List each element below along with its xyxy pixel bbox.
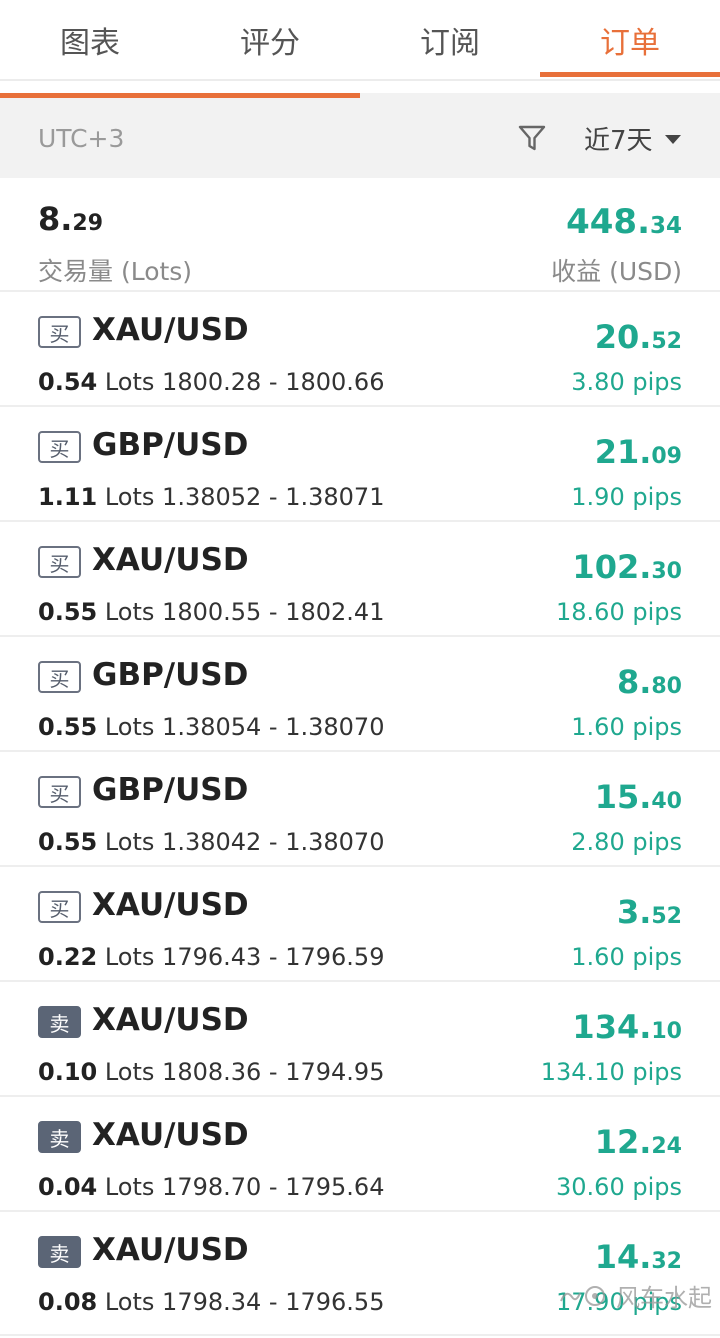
order-detail: 0.22 Lots 1796.43 - 1796.59 — [38, 943, 385, 971]
filter-bar: UTC+3 近7天 — [0, 98, 720, 178]
order-profit: 102.30 — [572, 548, 682, 586]
tab-subscribe[interactable]: 订阅 — [360, 0, 540, 80]
order-symbol: GBP/USD — [92, 657, 249, 693]
order-row[interactable]: 卖 XAU/USD 0.08 Lots 1798.34 - 1796.55 14… — [0, 1212, 720, 1336]
order-detail: 0.04 Lots 1798.70 - 1795.64 — [38, 1173, 385, 1201]
sell-badge: 卖 — [38, 1006, 81, 1038]
order-row[interactable]: 买 GBP/USD 0.55 Lots 1.38054 - 1.38070 8.… — [0, 637, 720, 752]
total-volume: 8.29 — [38, 200, 104, 238]
order-pips: 1.60 pips — [571, 713, 682, 741]
order-row[interactable]: 买 XAU/USD 0.22 Lots 1796.43 - 1796.59 3.… — [0, 867, 720, 982]
order-profit: 134.10 — [572, 1008, 682, 1046]
caret-down-icon — [664, 134, 681, 144]
order-symbol: GBP/USD — [92, 427, 249, 463]
order-profit: 3.52 — [616, 893, 682, 931]
total-profit: 448.34 — [566, 202, 682, 242]
order-detail: 0.08 Lots 1798.34 - 1796.55 — [38, 1288, 385, 1316]
order-symbol: XAU/USD — [92, 1117, 249, 1153]
order-detail: 0.54 Lots 1800.28 - 1800.66 — [38, 368, 385, 396]
volume-label: 交易量 (Lots) — [38, 257, 193, 286]
order-symbol: XAU/USD — [92, 542, 249, 578]
filter-icon[interactable] — [516, 122, 548, 154]
order-symbol: XAU/USD — [92, 1002, 249, 1038]
order-detail: 0.55 Lots 1.38054 - 1.38070 — [38, 713, 385, 741]
order-row[interactable]: 买 XAU/USD 0.55 Lots 1800.55 - 1802.41 10… — [0, 522, 720, 637]
order-row[interactable]: 卖 XAU/USD 0.10 Lots 1808.36 - 1794.95 13… — [0, 982, 720, 1097]
tab-bar: 图表 评分 订阅 订单 — [0, 0, 720, 98]
order-pips: 18.60 pips — [556, 598, 682, 626]
summary-panel: 8.29 交易量 (Lots) 448.34 收益 (USD) — [0, 178, 720, 292]
sell-badge: 卖 — [38, 1236, 81, 1268]
order-detail: 0.55 Lots 1.38042 - 1.38070 — [38, 828, 385, 856]
order-pips: 1.60 pips — [571, 943, 682, 971]
order-symbol: XAU/USD — [92, 312, 249, 348]
order-row[interactable]: 买 GBP/USD 1.11 Lots 1.38052 - 1.38071 21… — [0, 407, 720, 522]
order-detail: 1.11 Lots 1.38052 - 1.38071 — [38, 483, 385, 511]
buy-badge: 买 — [38, 891, 81, 923]
tab-chart[interactable]: 图表 — [0, 0, 180, 80]
date-range-label: 近7天 — [584, 125, 653, 156]
buy-badge: 买 — [38, 776, 81, 808]
order-row[interactable]: 买 GBP/USD 0.55 Lots 1.38042 - 1.38070 15… — [0, 752, 720, 867]
watermark-logo-icon — [560, 1285, 605, 1306]
order-detail: 0.10 Lots 1808.36 - 1794.95 — [38, 1058, 385, 1086]
watermark: 风车水起 — [558, 1278, 712, 1313]
order-detail: 0.55 Lots 1800.55 - 1802.41 — [38, 598, 385, 626]
order-pips: 3.80 pips — [571, 368, 682, 396]
order-profit: 12.24 — [594, 1123, 682, 1161]
order-profit: 21.09 — [594, 433, 682, 471]
order-symbol: GBP/USD — [92, 772, 249, 808]
active-tab-indicator — [540, 72, 720, 77]
tab-orders[interactable]: 订单 — [540, 0, 720, 80]
timezone-label: UTC+3 — [38, 123, 125, 153]
buy-badge: 买 — [38, 431, 81, 463]
buy-badge: 买 — [38, 316, 81, 348]
order-row[interactable]: 买 XAU/USD 0.54 Lots 1800.28 - 1800.66 20… — [0, 292, 720, 407]
buy-badge: 买 — [38, 546, 81, 578]
order-row[interactable]: 卖 XAU/USD 0.04 Lots 1798.70 - 1795.64 12… — [0, 1097, 720, 1212]
order-symbol: XAU/USD — [92, 1232, 249, 1268]
tab-divider — [0, 79, 720, 81]
sell-badge: 卖 — [38, 1121, 81, 1153]
order-pips: 134.10 pips — [540, 1058, 682, 1086]
buy-badge: 买 — [38, 661, 81, 693]
tab-rating[interactable]: 评分 — [180, 0, 360, 80]
order-pips: 30.60 pips — [556, 1173, 682, 1201]
order-profit: 8.80 — [616, 663, 682, 701]
date-range-dropdown[interactable]: 近7天 — [584, 98, 681, 178]
order-pips: 2.80 pips — [571, 828, 682, 856]
profit-label: 收益 (USD) — [551, 257, 682, 286]
order-profit: 15.40 — [594, 778, 682, 816]
order-symbol: XAU/USD — [92, 887, 249, 923]
order-pips: 1.90 pips — [571, 483, 682, 511]
order-profit: 20.52 — [594, 318, 682, 356]
order-profit: 14.32 — [594, 1238, 682, 1276]
